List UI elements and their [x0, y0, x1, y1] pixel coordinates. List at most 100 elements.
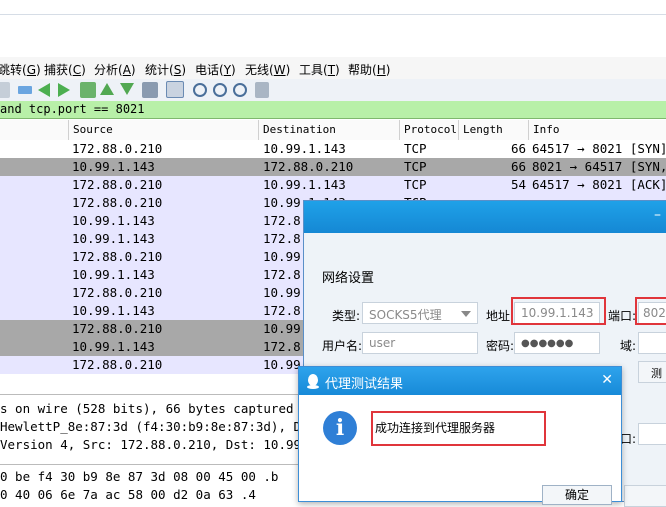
side-field-input[interactable] [638, 423, 666, 445]
menubar: 跳转(G) 捕获(C) 分析(A) 统计(S) 电话(Y) 无线(W) 工具(T… [0, 57, 666, 80]
username-input[interactable]: user [362, 332, 478, 354]
cell-destination: 172.8 [263, 303, 301, 318]
last-packet-icon[interactable] [120, 83, 134, 95]
cell-destination: 172.8 [263, 267, 301, 282]
column-header-source[interactable]: Source [73, 123, 113, 136]
domain-label: 域: [620, 339, 637, 353]
detail-line-ip[interactable]: Version 4, Src: 172.88.0.210, Dst: 10.99 [0, 437, 301, 452]
cell-source: 172.88.0.210 [72, 321, 163, 336]
proxy-test-dialog: 代理测试结果 ✕ i 成功连接到代理服务器 确定 [298, 366, 622, 505]
autoscroll-icon[interactable] [142, 82, 158, 98]
close-icon[interactable]: ✕ [601, 372, 613, 388]
proxy-type-label: 类型: [332, 309, 361, 323]
column-separator[interactable] [399, 120, 400, 140]
column-separator[interactable] [458, 120, 459, 140]
cell-source: 172.88.0.210 [72, 141, 163, 156]
username-label: 用户名: [322, 339, 363, 353]
cell-info: 64517 → 8021 [SYN] [532, 141, 666, 156]
zoom-reset-icon[interactable] [233, 83, 247, 97]
column-separator[interactable] [258, 120, 259, 140]
section-title: 网络设置 [322, 271, 375, 286]
display-filter-bar[interactable]: and tcp.port == 8021 [0, 101, 666, 119]
window-close-icon[interactable]: – [654, 207, 661, 223]
test-button[interactable]: 测 [638, 361, 666, 383]
app-logo-icon [307, 374, 319, 389]
proxy-address-label: 地址 [486, 309, 511, 323]
dialog-header: 代理测试结果 ✕ [299, 367, 621, 395]
colorize-icon[interactable] [166, 81, 184, 98]
reload-icon[interactable] [0, 82, 10, 98]
column-header-protocol[interactable]: Protocol [404, 123, 457, 136]
cell-protocol: TCP [404, 177, 427, 192]
detail-line-ethernet[interactable]: HewlettP_8e:87:3d (f4:30:b9:8e:87:3d), D [0, 419, 301, 434]
column-header-destination[interactable]: Destination [263, 123, 336, 136]
cell-destination: 10.99 [263, 321, 301, 336]
go-to-packet-icon[interactable] [80, 82, 96, 98]
menu-item-wireless[interactable]: 无线(W) [245, 61, 290, 78]
cell-destination: 172.8 [263, 213, 301, 228]
display-filter-input[interactable]: and tcp.port == 8021 [0, 102, 145, 116]
detail-line-frame[interactable]: s on wire (528 bits), 66 bytes captured [0, 401, 294, 416]
password-input[interactable]: ●●●●●● [514, 332, 600, 354]
cell-source: 172.88.0.210 [72, 195, 163, 210]
menu-item-tools[interactable]: 工具(T) [299, 61, 340, 78]
packet-row[interactable]: 172.88.0.210 10.99.1.143 TCP 54 64517 → … [0, 176, 666, 194]
menu-item-telephony[interactable]: 电话(Y) [195, 61, 236, 78]
main-toolbar [0, 79, 666, 102]
cell-source: 10.99.1.143 [72, 303, 155, 318]
resize-columns-icon[interactable] [255, 82, 269, 98]
proxy-port-label: 端口: [608, 309, 637, 323]
info-icon: i [323, 411, 357, 445]
menu-item-statistics[interactable]: 统计(S) [145, 61, 186, 78]
window-titlebar [0, 0, 666, 58]
column-header-info[interactable]: Info [533, 123, 560, 136]
cell-source: 172.88.0.210 [72, 177, 163, 192]
menu-item-analyze[interactable]: 分析(A) [94, 61, 136, 78]
cell-length: 54 [511, 177, 527, 192]
zoom-out-icon[interactable] [213, 83, 227, 97]
cell-source: 10.99.1.143 [72, 159, 155, 174]
cell-destination: 172.88.0.210 [263, 159, 354, 174]
side-button[interactable] [624, 485, 666, 507]
menu-item-help[interactable]: 帮助(H) [348, 61, 390, 78]
column-separator[interactable] [68, 120, 69, 140]
side-field-label: 口: [620, 432, 637, 446]
cell-protocol: TCP [404, 141, 427, 156]
column-separator[interactable] [528, 120, 529, 140]
proxy-type-select[interactable]: SOCKS5代理 [362, 302, 478, 324]
menu-item-capture[interactable]: 捕获(C) [44, 61, 86, 78]
go-forward-icon[interactable] [58, 83, 70, 97]
titlebar-divider [0, 14, 666, 15]
cell-length: 66 [511, 159, 527, 174]
cell-destination: 172.8 [263, 339, 301, 354]
network-settings-header: – [304, 201, 666, 233]
cell-destination: 10.99.1.143 [263, 177, 346, 192]
column-header-length[interactable]: Length [463, 123, 503, 136]
zoom-in-icon[interactable] [193, 83, 207, 97]
ok-button[interactable]: 确定 [542, 485, 612, 505]
cell-protocol: TCP [404, 159, 427, 174]
packet-row-selected[interactable]: 10.99.1.143 172.88.0.210 TCP 66 8021 → 6… [0, 158, 666, 176]
proxy-address-input[interactable]: 10.99.1.143 [514, 302, 600, 324]
cell-source: 172.88.0.210 [72, 249, 163, 264]
cell-destination: 10.99 [263, 285, 301, 300]
cell-destination: 10.99 [263, 249, 301, 264]
dialog-message: 成功连接到代理服务器 [375, 421, 496, 435]
domain-input[interactable] [638, 332, 666, 354]
cell-length: 66 [511, 141, 527, 156]
cell-info: 64517 → 8021 [ACK] [532, 177, 666, 192]
cell-destination: 172.8 [263, 231, 301, 246]
cell-source: 10.99.1.143 [72, 213, 155, 228]
cell-destination: 10.99.1.143 [263, 141, 346, 156]
cell-info: 8021 → 64517 [SYN, [532, 159, 666, 174]
cell-source: 172.88.0.210 [72, 357, 163, 372]
go-back-icon[interactable] [38, 83, 50, 97]
password-label: 密码: [486, 339, 515, 353]
menu-item-go[interactable]: 跳转(G) [0, 61, 41, 78]
packet-row[interactable]: 172.88.0.210 10.99.1.143 TCP 66 64517 → … [0, 140, 666, 158]
dialog-title: 代理测试结果 [325, 377, 404, 392]
find-packet-icon[interactable] [18, 86, 32, 94]
proxy-port-input[interactable]: 8021 [638, 302, 666, 324]
first-packet-icon[interactable] [100, 83, 114, 95]
cell-source: 10.99.1.143 [72, 231, 155, 246]
